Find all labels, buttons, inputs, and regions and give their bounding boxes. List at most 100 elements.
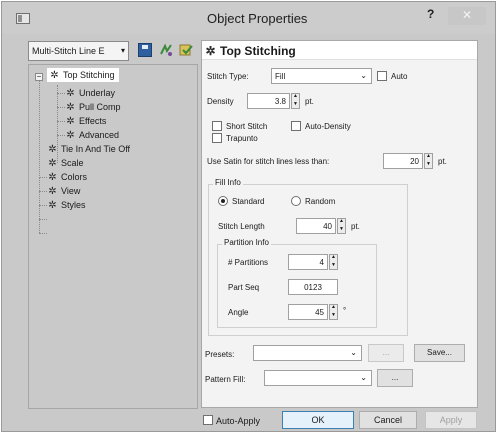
density-spinner[interactable] (291, 93, 300, 109)
object-select-dropdown[interactable]: Multi-Stitch Line E ▾ (28, 41, 129, 61)
presets-browse-button[interactable]: ... (368, 344, 404, 362)
auto-density-label: Auto-Density (305, 122, 351, 131)
pattern-fill-label: Pattern Fill: (205, 375, 246, 384)
density-label: Density (207, 97, 234, 106)
tree-item-view[interactable]: ✲ View (47, 184, 80, 198)
standard-label: Standard (232, 197, 265, 206)
angle-spinner[interactable] (329, 304, 338, 320)
partitions-label: # Partitions (228, 258, 269, 267)
ok-button[interactable]: OK (282, 411, 354, 429)
short-stitch-label: Short Stitch (226, 122, 268, 131)
tree-item-label: Underlay (79, 88, 116, 98)
tree-item-label: Pull Comp (79, 102, 121, 112)
auto-apply-label: Auto-Apply (216, 416, 261, 426)
stitch-length-unit: pt. (351, 222, 360, 231)
angle-unit: ° (343, 306, 347, 315)
random-label: Random (305, 197, 336, 206)
tree-connector (39, 177, 40, 233)
stitch-apply-icon[interactable] (179, 43, 193, 57)
gear-icon: ✲ (48, 144, 57, 155)
object-properties-window: Object Properties ? ✕ Multi-Stitch Line … (1, 1, 496, 432)
pattern-fill-browse-button[interactable]: ... (377, 369, 413, 387)
auto-checkbox[interactable] (377, 71, 387, 81)
gear-icon: ✲ (66, 130, 75, 141)
gear-icon: ✲ (48, 186, 57, 197)
tree-item-top-stitching[interactable]: ✲ Top Stitching (47, 68, 119, 82)
stitch-length-input[interactable]: 40 (296, 218, 336, 234)
tree-item-advanced[interactable]: ✲ Advanced (65, 128, 119, 142)
stitch-type-dropdown[interactable]: Fill ⌄ (271, 68, 372, 84)
apply-button[interactable]: Apply (425, 411, 477, 429)
title-bar[interactable]: Object Properties ? ✕ (2, 2, 495, 34)
presets-dropdown[interactable]: ⌄ (253, 345, 362, 361)
panel-title: Top Stitching (220, 44, 296, 58)
satin-spinner[interactable] (424, 153, 433, 169)
tree-item-underlay[interactable]: ✲ Underlay (65, 86, 115, 100)
auto-density-checkbox[interactable] (291, 121, 301, 131)
presets-save-button[interactable]: Save... (414, 344, 465, 362)
density-unit: pt. (305, 97, 314, 106)
stitch-length-label: Stitch Length (218, 222, 265, 231)
collapse-icon[interactable]: − (35, 73, 43, 81)
tree-item-label: Top Stitching (63, 70, 115, 80)
tree-connector (57, 93, 65, 94)
random-radio[interactable] (291, 196, 301, 206)
chevron-down-icon: ⌄ (350, 348, 357, 357)
chevron-down-icon: ▾ (120, 46, 125, 55)
stitch-tool-icon[interactable] (159, 43, 173, 57)
save-icon[interactable] (138, 43, 152, 57)
tree-connector (57, 135, 65, 136)
help-button[interactable]: ? (427, 7, 434, 21)
standard-radio[interactable] (218, 196, 228, 206)
gear-icon: ✲ (48, 172, 57, 183)
angle-input[interactable]: 45 (288, 304, 328, 320)
tree-connector (57, 107, 65, 108)
tree-connector (57, 121, 65, 122)
object-select-value: Multi-Stitch Line E (32, 46, 105, 56)
window-icon (16, 13, 30, 24)
tree-connector (39, 81, 40, 178)
tree-item-colors[interactable]: ✲ Colors (47, 170, 87, 184)
stitch-type-label: Stitch Type: (207, 72, 249, 81)
tree-item-label: View (61, 186, 81, 196)
close-button[interactable]: ✕ (448, 7, 486, 25)
tree-item-effects[interactable]: ✲ Effects (65, 114, 106, 128)
satin-input[interactable]: 20 (383, 153, 423, 169)
gear-icon: ✲ (50, 70, 59, 81)
tree-item-tie-in-and-tie-off[interactable]: ✲ Tie In And Tie Off (47, 142, 130, 156)
top-stitching-panel: ✲ Top Stitching Stitch Type: Fill ⌄ Auto … (201, 40, 478, 408)
cancel-button[interactable]: Cancel (359, 411, 417, 429)
partitions-input[interactable]: 4 (288, 254, 328, 270)
window-title: Object Properties (207, 11, 308, 26)
tree-item-pull-comp[interactable]: ✲ Pull Comp (65, 100, 121, 114)
tree-connector (39, 233, 47, 234)
tree-item-label: Styles (61, 200, 86, 210)
trapunto-label: Trapunto (226, 134, 258, 143)
tree-connector (39, 219, 47, 220)
gear-icon: ✲ (66, 102, 75, 113)
part-seq-label: Part Seq (228, 283, 260, 292)
density-input[interactable]: 3.8 (247, 93, 290, 109)
stitch-type-value: Fill (275, 72, 286, 81)
trapunto-checkbox[interactable] (212, 133, 222, 143)
short-stitch-checkbox[interactable] (212, 121, 222, 131)
satin-unit: pt. (438, 157, 447, 166)
gear-icon: ✲ (205, 44, 216, 58)
auto-apply-checkbox[interactable] (203, 415, 213, 425)
panel-header: ✲ Top Stitching (202, 41, 477, 60)
auto-label: Auto (391, 72, 408, 81)
chevron-down-icon: ⌄ (360, 71, 367, 80)
tree-item-scale[interactable]: ✲ Scale (47, 156, 84, 170)
pattern-fill-dropdown[interactable]: ⌄ (264, 370, 372, 386)
gear-icon: ✲ (48, 158, 57, 169)
tree-item-label: Effects (79, 116, 107, 126)
partitions-spinner[interactable] (329, 254, 338, 270)
gear-icon: ✲ (66, 116, 75, 127)
tree-item-label: Advanced (79, 130, 120, 140)
stitch-length-spinner[interactable] (337, 218, 346, 234)
part-seq-input[interactable]: 0123 (288, 279, 338, 295)
tree-item-label: Scale (61, 158, 84, 168)
tree-connector (39, 177, 47, 178)
dialog-footer: Auto-Apply OK Cancel Apply (2, 407, 495, 433)
tree-item-styles[interactable]: ✲ Styles (47, 198, 86, 212)
